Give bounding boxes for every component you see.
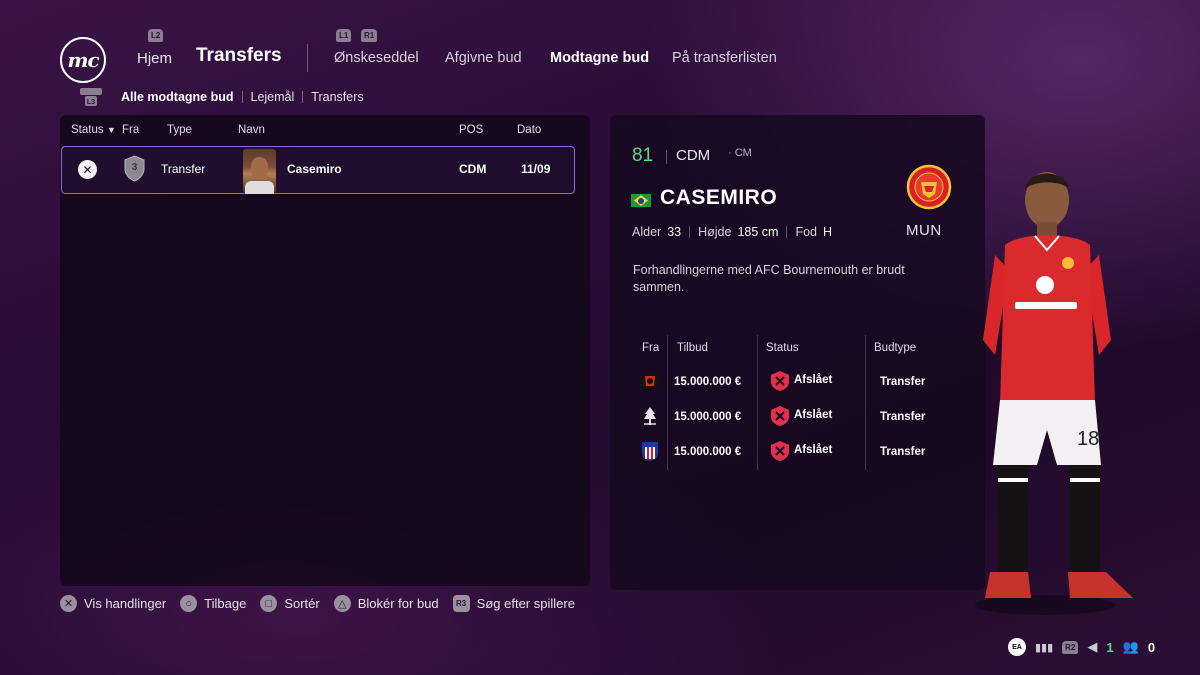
offers-column-divider — [667, 335, 668, 470]
player-thumbnail — [243, 149, 276, 194]
block-offers-button[interactable]: △ Blokér for bud — [333, 595, 439, 612]
circle-button-icon: ○ — [180, 595, 198, 612]
offers-header-status: Status — [766, 342, 799, 354]
offers-header-type: Budtype — [874, 342, 917, 354]
filter-divider — [302, 91, 304, 103]
filter-transfers[interactable]: Transfers — [311, 90, 363, 104]
svg-text:3: 3 — [132, 162, 138, 173]
col-header-date[interactable]: Dato — [517, 124, 541, 136]
offer-status: Afslået — [794, 374, 833, 386]
height-value: 185 cm — [737, 225, 779, 239]
friends-count: 0 — [1147, 639, 1156, 655]
negotiation-message: Forhandlingerne med AFC Bournemouth er b… — [633, 263, 905, 294]
foot-label: Fod — [795, 225, 817, 239]
player-position: CDM — [676, 147, 711, 164]
row-pos: CDM — [459, 162, 487, 176]
atletico-madrid-crest-icon — [642, 442, 658, 461]
rejected-icon — [771, 441, 789, 461]
offer-type: Transfer — [880, 411, 926, 423]
offer-status: Afslået — [794, 409, 833, 421]
sort-arrow-icon: ▼ — [106, 125, 116, 135]
l3-filter-icon: L3 — [80, 88, 102, 106]
back-button[interactable]: ○ Tilbage — [180, 595, 246, 612]
r3-button-icon: R3 — [452, 595, 470, 612]
player-render: 18 — [975, 172, 1133, 615]
foot-value: H — [822, 225, 833, 239]
offers-header-offer: Tilbud — [677, 342, 708, 354]
tab-offers-received[interactable]: Modtagne bud — [550, 50, 649, 66]
offer-amount: 15.000.000 € — [674, 411, 742, 423]
club-abbreviation: MUN — [906, 222, 942, 239]
offers-column-divider — [757, 335, 758, 470]
bournemouth-crest-icon — [641, 372, 659, 390]
player-rating: 81 — [632, 145, 654, 166]
col-header-name[interactable]: Navn — [238, 124, 265, 136]
ea-logo-icon: EA — [1008, 638, 1026, 656]
sort-button[interactable]: □ Sortér — [260, 595, 320, 612]
age-label: Alder — [632, 225, 662, 239]
nottingham-forest-crest-icon — [644, 407, 656, 425]
offers-header-from: Fra — [642, 342, 660, 354]
rejected-icon — [771, 406, 789, 426]
filter-all-received[interactable]: Alle modtagne bud — [121, 90, 234, 104]
bio-divider — [786, 226, 788, 238]
height-label: Højde — [698, 225, 732, 239]
subnav-filters: Alle modtagne bud Lejemål Transfers — [121, 90, 364, 104]
offers-column-divider — [865, 335, 866, 470]
l1-hint: L1 — [336, 25, 352, 43]
page-title: Transfers — [196, 45, 282, 66]
nav-home[interactable]: Hjem — [137, 50, 172, 67]
player-bio: Alder 33 Højde 185 cm Fod H — [632, 225, 832, 239]
svg-text:L3: L3 — [87, 99, 95, 106]
club-tier-badge: 3 — [124, 155, 145, 182]
l2-hint: L2 — [148, 25, 164, 43]
row-type: Transfer — [161, 162, 206, 176]
r2-hint: R2 — [1062, 640, 1079, 654]
square-button-icon: □ — [260, 595, 278, 612]
manchester-united-crest-icon — [906, 164, 952, 210]
bio-divider — [689, 226, 691, 238]
nav-divider — [307, 44, 308, 72]
tab-transfer-list[interactable]: På transferlisten — [672, 50, 777, 66]
footer-controls: ✕ Vis handlinger ○ Tilbage □ Sortér △ Blokér… — [60, 595, 589, 612]
tab-offers-made[interactable]: Afgivne bud — [445, 50, 522, 66]
signal-bars-icon: ▮▮▮ — [1035, 641, 1054, 654]
status-tray: EA ▮▮▮ R2 ◀ 1 👥 0 — [1008, 638, 1155, 656]
svg-text:18: 18 — [1077, 428, 1099, 450]
offer-type: Transfer — [880, 446, 926, 458]
tab-wishlist[interactable]: Ønskeseddel — [334, 50, 419, 66]
player-alt-position: · CM — [728, 147, 752, 159]
offer-amount: 15.000.000 € — [674, 446, 742, 458]
filter-loans[interactable]: Lejemål — [251, 90, 295, 104]
r1-hint: R1 — [361, 25, 378, 43]
offer-type: Transfer — [880, 376, 926, 388]
friends-icon: 👥 — [1122, 639, 1139, 654]
col-header-from[interactable]: Fra — [122, 124, 139, 136]
career-mode-logo: mc — [60, 37, 106, 83]
player-name: CASEMIRO — [660, 186, 778, 209]
triangle-button-icon: △ — [333, 595, 351, 612]
row-date: 11/09 — [521, 162, 551, 176]
age-value: 33 — [667, 225, 682, 239]
row-player-name: Casemiro — [287, 162, 342, 176]
col-header-status[interactable]: Status ▼ — [71, 124, 116, 136]
rating-divider — [666, 150, 667, 164]
speaker-icon: ◀ — [1087, 639, 1098, 654]
rejected-icon — [771, 371, 789, 391]
search-players-button[interactable]: R3 Søg efter spillere — [452, 595, 575, 612]
view-actions-button[interactable]: ✕ Vis handlinger — [60, 595, 166, 612]
offer-amount: 15.000.000 € — [674, 376, 742, 388]
filter-divider — [241, 91, 243, 103]
x-circle-icon: ✕ — [78, 160, 97, 179]
col-header-pos[interactable]: POS — [459, 124, 483, 136]
online-count: 1 — [1106, 639, 1114, 655]
col-header-type[interactable]: Type — [167, 124, 192, 136]
cross-button-icon: ✕ — [60, 595, 77, 612]
brazil-flag-icon — [631, 194, 651, 207]
offer-status: Afslået — [794, 444, 833, 456]
